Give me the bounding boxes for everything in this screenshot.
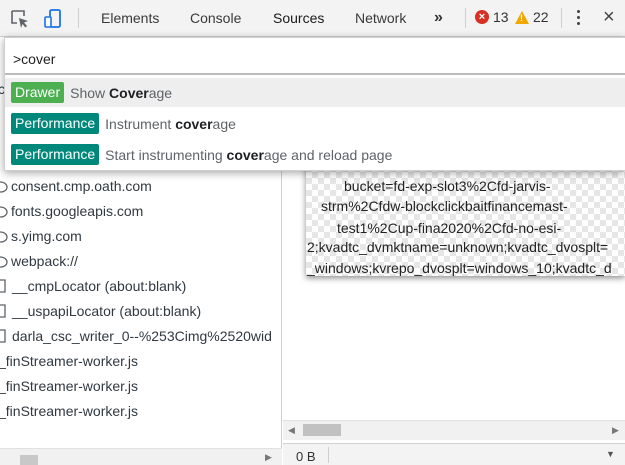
command-label-prefix: Instrument	[105, 115, 176, 132]
more-options-icon[interactable]	[576, 10, 582, 28]
command-category-badge: Performance	[11, 144, 100, 165]
tree-item[interactable]: consent.cmp.oath.com	[0, 174, 152, 198]
command-label: Show Coverage	[70, 85, 172, 101]
scroll-right-arrow-icon[interactable]: ▶	[265, 452, 272, 463]
device-toolbar-icon[interactable]	[43, 8, 65, 30]
command-label-prefix: Show	[70, 84, 110, 101]
toolbar-separator	[465, 8, 466, 28]
scrollbar-thumb[interactable]	[303, 424, 341, 436]
scroll-right-arrow-icon[interactable]: ▶	[612, 425, 619, 436]
more-tabs-chevron-icon[interactable]: »	[434, 9, 443, 27]
image-preview: bucket=fd-exp-slot3%2Cfd-jarvis- strm%2C…	[306, 160, 625, 276]
command-menu: DrawerShow CoveragePerformanceInstrument…	[4, 37, 625, 171]
errors-badge[interactable]: × 13	[475, 9, 509, 25]
command-label-match: cover	[175, 115, 213, 132]
command-label-suffix: age	[148, 84, 173, 101]
tree-item-label: fonts.googleapis.com	[11, 203, 144, 219]
tree-item-label: __cmpLocator (about:blank)	[12, 278, 187, 294]
cloud-icon	[0, 255, 8, 268]
status-bar: 0 B	[283, 443, 625, 465]
tree-item[interactable]: fonts.googleapis.com	[0, 199, 143, 223]
command-category-badge: Drawer	[11, 82, 65, 103]
preview-line: bucket=fd-exp-slot3%2Cfd-jarvis-	[344, 178, 551, 194]
command-item[interactable]: Performance Start instrumenting coverage …	[5, 140, 625, 169]
status-separator	[328, 447, 329, 463]
error-icon: ×	[475, 10, 489, 24]
tree-item[interactable]: darla_csc_writer_0--%253Cimg%2520wid	[0, 324, 272, 348]
cloud-icon	[0, 180, 8, 193]
scroll-left-arrow-icon[interactable]: ◀	[288, 425, 295, 436]
file-icon	[0, 329, 6, 343]
command-label-match: Cover	[109, 84, 149, 101]
tree-item-label: _finStreamer-worker.js	[0, 353, 139, 369]
devtools-toolbar: Elements Console Sources Network » × 13 …	[0, 0, 625, 37]
tree-item-label: darla_csc_writer_0--%253Cimg%2520wid	[12, 328, 272, 344]
editor-scrollbar[interactable]: ◀ ▶	[283, 420, 625, 440]
tree-item-label: consent.cmp.oath.com	[11, 178, 152, 194]
tab-console[interactable]: Console	[190, 10, 241, 26]
command-label: Start instrumenting coverage and reload …	[105, 147, 392, 163]
tree-item[interactable]: __uspapiLocator (about:blank)	[0, 299, 201, 323]
tree-item[interactable]: webpack://	[0, 249, 78, 273]
command-label: Instrument coverage	[105, 116, 236, 132]
scrollbar-thumb[interactable]	[20, 455, 38, 465]
close-icon[interactable]: ×	[603, 6, 615, 29]
inspect-element-icon[interactable]	[9, 8, 31, 30]
warnings-count: 22	[533, 9, 549, 25]
navigator-scrollbar[interactable]: ▶	[0, 448, 282, 465]
warning-glyph: !	[520, 12, 523, 23]
file-icon	[0, 304, 6, 318]
tree-item[interactable]: _finStreamer-worker.js	[0, 349, 138, 373]
warnings-badge[interactable]: ! 22	[515, 9, 549, 25]
command-item[interactable]: Drawer Show Coverage	[5, 78, 625, 107]
cloud-icon	[0, 205, 8, 218]
toolbar-separator	[561, 8, 562, 28]
tree-item[interactable]: s.yimg.com	[0, 224, 82, 248]
preview-line: test1%2Cup-fina2020%2Cfd-no-esi-	[337, 220, 562, 236]
command-input[interactable]	[13, 49, 613, 69]
preview-line: strm%2Cfdw-blockclickbaitfinancemast-	[321, 198, 568, 214]
tab-elements[interactable]: Elements	[101, 10, 159, 26]
file-icon	[0, 279, 6, 293]
cloud-icon	[0, 230, 8, 243]
command-category-badge: Performance	[11, 113, 100, 134]
tree-item-label: _finStreamer-worker.js	[0, 378, 139, 394]
tree-item-label: __uspapiLocator (about:blank)	[12, 303, 202, 319]
tree-item-label: _finStreamer-worker.js	[0, 403, 139, 419]
tab-sources[interactable]: Sources	[273, 10, 324, 26]
tree-item-label: s.yimg.com	[11, 228, 82, 244]
preview-line: 2;kvadtc_dvmktname=unknown;kvadtc_dvospl…	[307, 239, 609, 255]
command-label-suffix: age	[212, 115, 236, 132]
tree-item[interactable]: _finStreamer-worker.js	[0, 399, 138, 423]
toolbar-separator	[78, 8, 79, 28]
command-label-match: cover	[226, 146, 264, 163]
command-divider	[5, 73, 625, 75]
tree-item[interactable]: _finStreamer-worker.js	[0, 374, 138, 398]
command-label-prefix: Start instrumenting	[105, 146, 227, 163]
command-label-suffix: age and reload page	[263, 146, 393, 163]
file-size: 0 B	[296, 449, 316, 464]
errors-count: 13	[493, 9, 509, 25]
warning-icon: !	[515, 10, 529, 24]
command-item[interactable]: Performance Instrument coverage	[5, 109, 625, 138]
tree-item[interactable]: __cmpLocator (about:blank)	[0, 274, 186, 298]
status-dropdown-icon[interactable]: ▼	[606, 449, 616, 459]
preview-line: _windows;kvrepo_dvosplt=windows_10;kvadt…	[307, 260, 612, 276]
tab-network[interactable]: Network	[355, 10, 406, 26]
tree-item-label: webpack://	[11, 253, 78, 269]
